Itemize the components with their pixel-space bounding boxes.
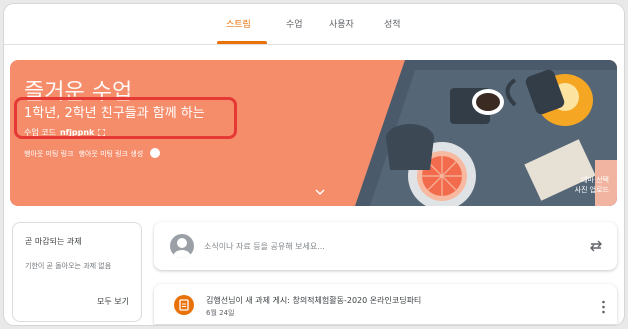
top-tab-bar: 스트림 수업 사용자 성적 xyxy=(4,4,624,45)
meet-links: 행아웃 미팅 링크 행아웃 미팅 링크 생성 xyxy=(24,148,165,159)
active-tab-indicator xyxy=(217,41,267,44)
post-title[interactable]: 김행선님이 새 과제 게시: 창의적체험활동-2020 온라인코딩파티 xyxy=(206,295,421,306)
select-theme-link[interactable]: 테마 선택 xyxy=(575,175,609,185)
upcoming-card: 곧 마감되는 과제 기한이 곧 돌아오는 과제 없음 모두 보기 xyxy=(12,222,142,322)
upload-photo-link[interactable]: 사진 업로드 xyxy=(575,185,609,195)
chevron-down-icon[interactable] xyxy=(315,188,325,196)
meet-link-generate[interactable]: 행아웃 미팅 링크 생성 xyxy=(79,150,144,158)
tab-stream[interactable]: 스트림 xyxy=(226,17,251,30)
tab-grades[interactable]: 성적 xyxy=(384,17,401,30)
upcoming-empty-text: 기한이 곧 돌아오는 과제 없음 xyxy=(25,262,112,270)
highlight-annotation xyxy=(14,97,237,139)
assignment-icon xyxy=(174,295,194,315)
theme-controls: 테마 선택 사진 업로드 xyxy=(575,175,609,195)
share-box[interactable]: 소식이나 자료 등을 공유해 보세요... xyxy=(154,222,617,270)
tab-people[interactable]: 사용자 xyxy=(329,17,354,30)
tab-classwork[interactable]: 수업 xyxy=(286,17,303,30)
avatar xyxy=(170,234,194,258)
repost-icon[interactable] xyxy=(589,239,603,253)
assignment-post[interactable]: 김행선님이 새 과제 게시: 창의적체험활동-2020 온라인코딩파티 6월 2… xyxy=(154,284,617,324)
person-icon xyxy=(173,238,191,258)
post-date: 6월 24일 xyxy=(206,309,235,317)
upcoming-title: 곧 마감되는 과제 xyxy=(25,237,82,246)
info-icon[interactable] xyxy=(150,148,161,158)
share-placeholder[interactable]: 소식이나 자료 등을 공유해 보세요... xyxy=(204,241,325,252)
more-options-icon[interactable] xyxy=(602,300,605,314)
view-all-link[interactable]: 모두 보기 xyxy=(97,296,129,307)
classroom-window: 스트림 수업 사용자 성적 즐거운 수업 1학년, 2학년 친구들과 함께 하는… xyxy=(4,4,624,325)
meet-link[interactable]: 행아웃 미팅 링크 xyxy=(24,150,74,158)
